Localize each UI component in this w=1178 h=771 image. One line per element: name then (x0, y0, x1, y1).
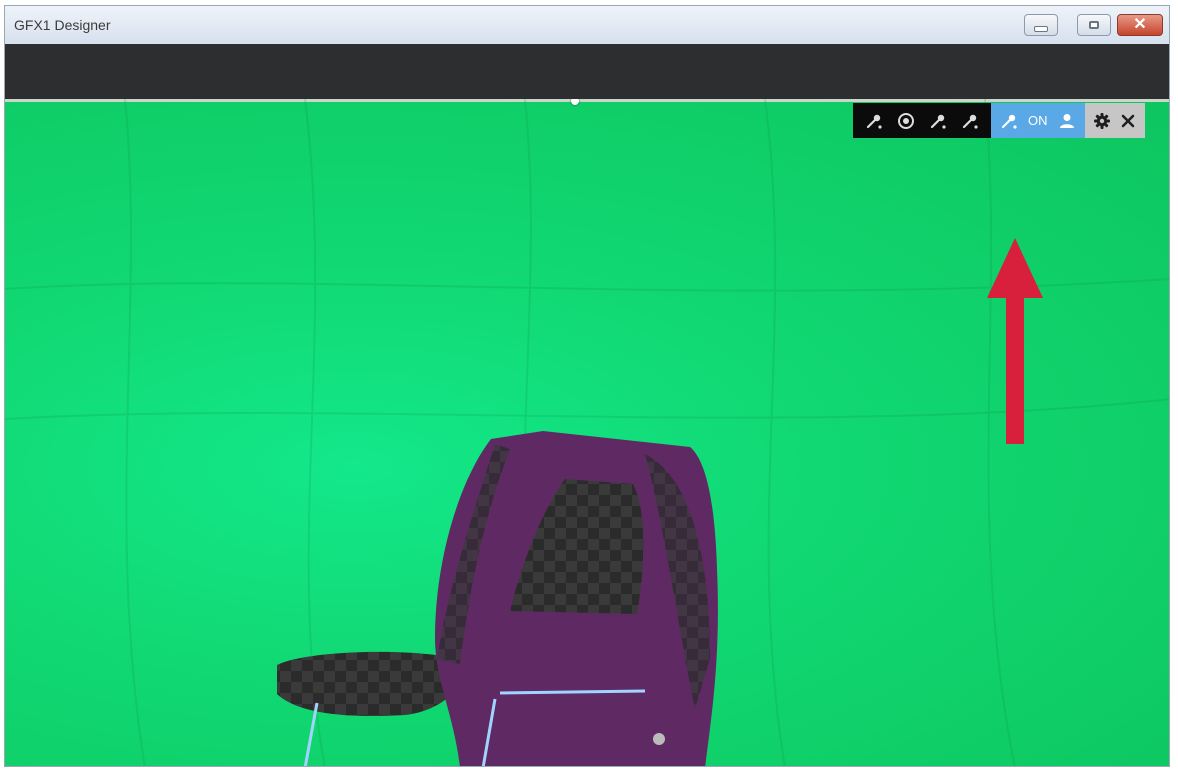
red-arrow-annotation (987, 238, 1043, 444)
person-button[interactable] (1054, 103, 1080, 138)
dark-header-bar (5, 44, 1169, 99)
minimize-button[interactable] (1024, 14, 1058, 36)
chroma-toolbar: ON (853, 103, 1145, 138)
close-window-button[interactable]: ✕ (1117, 14, 1163, 36)
chair-tablet-arm (277, 651, 464, 717)
gear-icon (1093, 112, 1110, 129)
eyedropper-icon (866, 114, 882, 129)
target-icon (898, 112, 914, 129)
close-toolbar-button[interactable] (1115, 103, 1141, 138)
maximize-button[interactable] (1077, 14, 1111, 36)
preview-viewport[interactable]: ON (5, 99, 1169, 766)
person-icon (1059, 113, 1074, 128)
chair-bolt (653, 733, 665, 745)
eyedropper-3-button[interactable] (954, 103, 986, 138)
eyedropper-1-button[interactable] (858, 103, 890, 138)
settings-button[interactable] (1089, 103, 1115, 138)
window-title: GFX1 Designer (14, 17, 111, 33)
keying-tools-group (853, 103, 991, 138)
eyedropper-icon (930, 114, 946, 129)
chroma-key-button[interactable] (996, 103, 1022, 138)
title-bar[interactable]: GFX1 Designer ✕ (5, 6, 1169, 44)
maximize-icon (1089, 21, 1099, 29)
chroma-key-state[interactable]: ON (1022, 113, 1054, 128)
utility-group (1084, 103, 1145, 138)
close-icon (1121, 114, 1134, 127)
eyedropper-icon (962, 114, 978, 129)
app-window: GFX1 Designer ✕ ON (4, 5, 1170, 767)
chroma-key-toggle-group: ON (991, 103, 1085, 138)
target-button[interactable] (890, 103, 922, 138)
eyedropper-2-button[interactable] (922, 103, 954, 138)
close-icon: ✕ (1133, 16, 1147, 33)
minimize-icon (1034, 26, 1048, 32)
eyedropper-icon (1001, 114, 1017, 129)
